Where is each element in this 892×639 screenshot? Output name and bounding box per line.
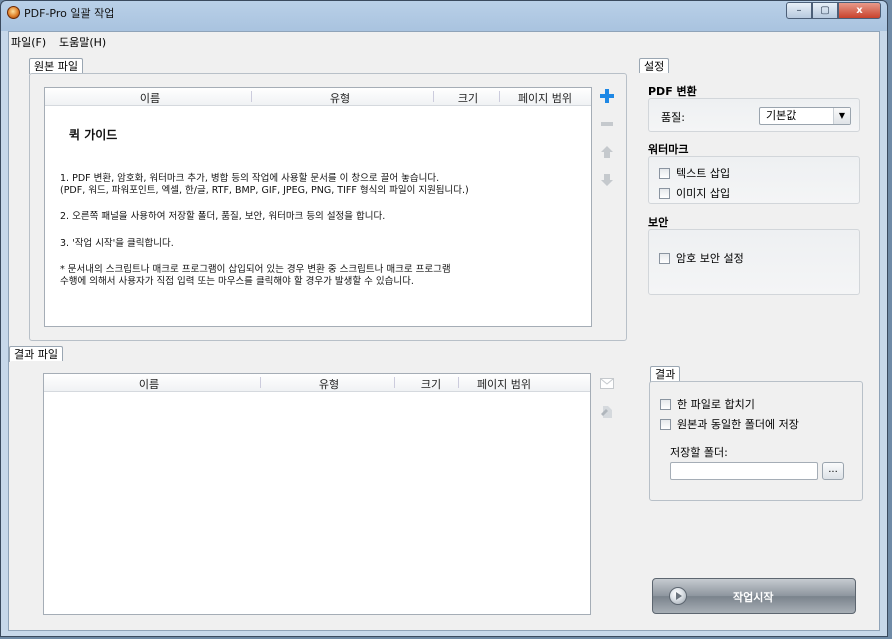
source-file-list[interactable]: 이름 유형 크기 페이지 범위 퀵 가이드 1. PDF 변환, 암호화, 워터… bbox=[44, 87, 592, 327]
column-divider[interactable] bbox=[433, 91, 434, 102]
play-icon bbox=[669, 587, 687, 605]
pdf-group: 품질: 기본값 ▼ bbox=[648, 98, 860, 132]
column-size[interactable]: 크기 bbox=[443, 90, 493, 106]
start-label: 작업시작 bbox=[733, 591, 774, 604]
quick-guide-title: 퀵 가이드 bbox=[69, 128, 118, 142]
security-group: 암호 보안 설정 bbox=[648, 229, 860, 295]
pdf-convert-title: PDF 변환 bbox=[648, 85, 697, 98]
window-title: PDF-Pro 일괄 작업 bbox=[24, 7, 115, 20]
tab-output[interactable]: 결과 bbox=[650, 366, 681, 382]
column-page-range[interactable]: 페이지 범위 bbox=[464, 376, 544, 392]
start-button[interactable]: 작업시작 bbox=[652, 578, 856, 614]
merge-label: 한 파일로 합치기 bbox=[677, 398, 755, 411]
settings-panel: PDF 변환 품질: 기본값 ▼ 워터마크 텍스트 삽입 이미지 삽입 보안 암… bbox=[636, 73, 875, 361]
app-icon bbox=[7, 6, 20, 19]
security-title: 보안 bbox=[648, 216, 669, 229]
minimize-button[interactable]: – bbox=[786, 2, 812, 19]
app-window: PDF-Pro 일괄 작업 – ▢ x 파일(F) 도움말(H) 원본 파일 이… bbox=[0, 0, 888, 637]
remove-icon[interactable] bbox=[599, 116, 615, 132]
checkbox-box[interactable] bbox=[659, 187, 670, 199]
image-insert-label: 이미지 삽입 bbox=[676, 187, 731, 200]
quality-select[interactable]: 기본값 ▼ bbox=[759, 107, 851, 125]
title-bar[interactable]: PDF-Pro 일괄 작업 – ▢ x bbox=[1, 1, 887, 23]
quality-label: 품질: bbox=[661, 111, 685, 124]
password-label: 암호 보안 설정 bbox=[676, 252, 744, 265]
maximize-button[interactable]: ▢ bbox=[812, 2, 838, 19]
guide-line: 3. '작업 시작'을 클릭합니다. bbox=[60, 238, 174, 249]
folder-input[interactable] bbox=[670, 462, 818, 480]
tab-source-files[interactable]: 원본 파일 bbox=[29, 58, 83, 74]
guide-line: (PDF, 워드, 파워포인트, 엑셀, 한/글, RTF, BMP, GIF,… bbox=[60, 185, 469, 196]
chevron-down-icon: ▼ bbox=[833, 108, 850, 124]
browse-button[interactable]: ... bbox=[822, 462, 844, 480]
guide-line: 수행에 의해서 사용자가 직접 입력 또는 마우스를 클릭해야 할 경우가 발생… bbox=[60, 276, 414, 287]
folder-label: 저장할 폴더: bbox=[670, 446, 728, 459]
column-divider[interactable] bbox=[251, 91, 252, 102]
same-folder-checkbox[interactable]: 원본과 동일한 폴더에 저장 bbox=[660, 416, 799, 432]
checkbox-box[interactable] bbox=[659, 167, 670, 179]
tab-settings[interactable]: 설정 bbox=[639, 58, 670, 74]
checkbox-box[interactable] bbox=[660, 418, 671, 430]
menu-bar: 파일(F) 도움말(H) bbox=[9, 32, 879, 50]
source-panel: 이름 유형 크기 페이지 범위 퀵 가이드 1. PDF 변환, 암호화, 워터… bbox=[29, 73, 627, 341]
move-up-icon[interactable] bbox=[599, 144, 615, 160]
result-file-list[interactable]: 이름 유형 크기 페이지 범위 bbox=[43, 373, 591, 615]
column-type[interactable]: 유형 bbox=[295, 90, 385, 106]
column-divider[interactable] bbox=[260, 377, 261, 388]
move-down-icon[interactable] bbox=[599, 172, 615, 188]
checkbox-box[interactable] bbox=[659, 252, 670, 264]
image-insert-checkbox[interactable]: 이미지 삽입 bbox=[659, 185, 730, 201]
watermark-group: 텍스트 삽입 이미지 삽입 bbox=[648, 156, 860, 204]
column-divider[interactable] bbox=[499, 91, 500, 102]
menu-file[interactable]: 파일(F) bbox=[11, 34, 46, 50]
open-file-icon[interactable] bbox=[599, 404, 615, 420]
column-size[interactable]: 크기 bbox=[406, 376, 456, 392]
column-name[interactable]: 이름 bbox=[105, 90, 195, 106]
menu-help[interactable]: 도움말(H) bbox=[59, 34, 106, 50]
merge-checkbox[interactable]: 한 파일로 합치기 bbox=[660, 396, 755, 412]
add-icon[interactable] bbox=[599, 88, 615, 104]
watermark-title: 워터마크 bbox=[648, 143, 689, 156]
client-area: 파일(F) 도움말(H) 원본 파일 이름 유형 크기 페이지 범위 퀵 가이드… bbox=[8, 31, 880, 631]
column-type[interactable]: 유형 bbox=[284, 376, 374, 392]
same-folder-label: 원본과 동일한 폴더에 저장 bbox=[677, 418, 799, 431]
password-checkbox[interactable]: 암호 보안 설정 bbox=[659, 250, 744, 266]
mail-icon[interactable] bbox=[599, 376, 615, 392]
column-divider[interactable] bbox=[458, 377, 459, 388]
text-insert-label: 텍스트 삽입 bbox=[676, 167, 731, 180]
tab-result-files[interactable]: 결과 파일 bbox=[9, 346, 63, 362]
text-insert-checkbox[interactable]: 텍스트 삽입 bbox=[659, 165, 730, 181]
output-panel: 한 파일로 합치기 원본과 동일한 폴더에 저장 저장할 폴더: ... bbox=[649, 381, 863, 501]
result-panel: 이름 유형 크기 페이지 범위 bbox=[9, 361, 627, 629]
column-page-range[interactable]: 페이지 범위 bbox=[505, 90, 585, 106]
checkbox-box[interactable] bbox=[660, 398, 671, 410]
quality-value: 기본값 bbox=[766, 109, 797, 122]
close-button[interactable]: x bbox=[838, 2, 881, 19]
guide-line: 2. 오른쪽 패널을 사용하여 저장할 폴더, 품질, 보안, 워터마크 등의 … bbox=[60, 211, 386, 222]
column-divider[interactable] bbox=[394, 377, 395, 388]
column-name[interactable]: 이름 bbox=[104, 376, 194, 392]
result-column-header: 이름 유형 크기 페이지 범위 bbox=[44, 374, 590, 392]
source-column-header: 이름 유형 크기 페이지 범위 bbox=[45, 88, 591, 106]
